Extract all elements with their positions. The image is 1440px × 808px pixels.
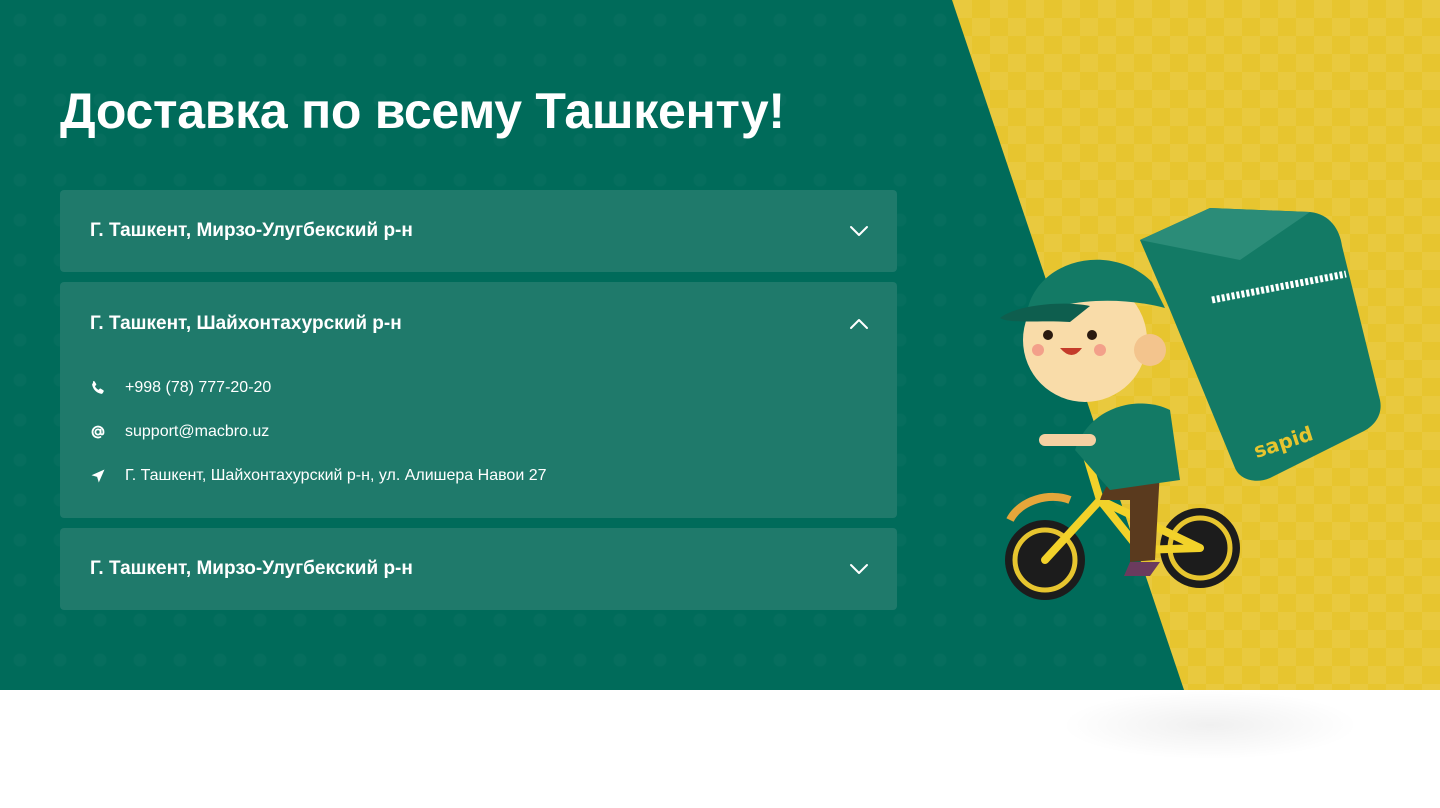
branch-email-row: support@macbro.uz (90, 421, 869, 443)
delivery-bag: sapid (1140, 208, 1381, 481)
location-arrow-icon (90, 468, 106, 484)
branch-details: +998 (78) 777-20-20 support@macbro.uz Г.… (90, 377, 869, 509)
courier-on-bicycle-illustration: sapid (1000, 208, 1381, 600)
chevron-down-icon[interactable] (849, 221, 869, 241)
branch-accordion-item: Г. Ташкент, Мирзо-Улугбекский р-н (60, 528, 897, 610)
branch-address: Г. Ташкент, Шайхонтахурский р-н, ул. Али… (125, 467, 547, 484)
branch-address-row: Г. Ташкент, Шайхонтахурский р-н, ул. Али… (90, 465, 869, 487)
branch-accordion-item: Г. Ташкент, Шайхонтахурский р-н +998 (78… (60, 282, 897, 518)
branch-title: Г. Ташкент, Мирзо-Улугбекский р-н (90, 558, 413, 579)
branch-accordion-item: Г. Ташкент, Мирзо-Улугбекский р-н (60, 190, 897, 272)
delivery-hero: Доставка по всему Ташкенту! Г. Ташкент, … (0, 0, 1440, 690)
branch-phone[interactable]: +998 (78) 777-20-20 (125, 379, 271, 397)
branch-email[interactable]: support@macbro.uz (125, 423, 269, 441)
branch-accordion-header[interactable]: Г. Ташкент, Мирзо-Улугбекский р-н (90, 190, 869, 272)
branch-title: Г. Ташкент, Шайхонтахурский р-н (90, 313, 402, 334)
chevron-down-icon[interactable] (849, 559, 869, 579)
illustration-shadow (1060, 690, 1360, 760)
branch-accordion-header[interactable]: Г. Ташкент, Мирзо-Улугбекский р-н (90, 528, 869, 610)
branch-phone-row: +998 (78) 777-20-20 (90, 377, 869, 399)
page-title: Доставка по всему Ташкенту! (60, 83, 785, 139)
branch-title: Г. Ташкент, Мирзо-Улугбекский р-н (90, 220, 413, 241)
at-sign-icon (90, 424, 106, 440)
branch-accordion-header[interactable]: Г. Ташкент, Шайхонтахурский р-н (90, 282, 869, 366)
chevron-up-icon[interactable] (849, 314, 869, 334)
phone-icon (90, 380, 106, 396)
